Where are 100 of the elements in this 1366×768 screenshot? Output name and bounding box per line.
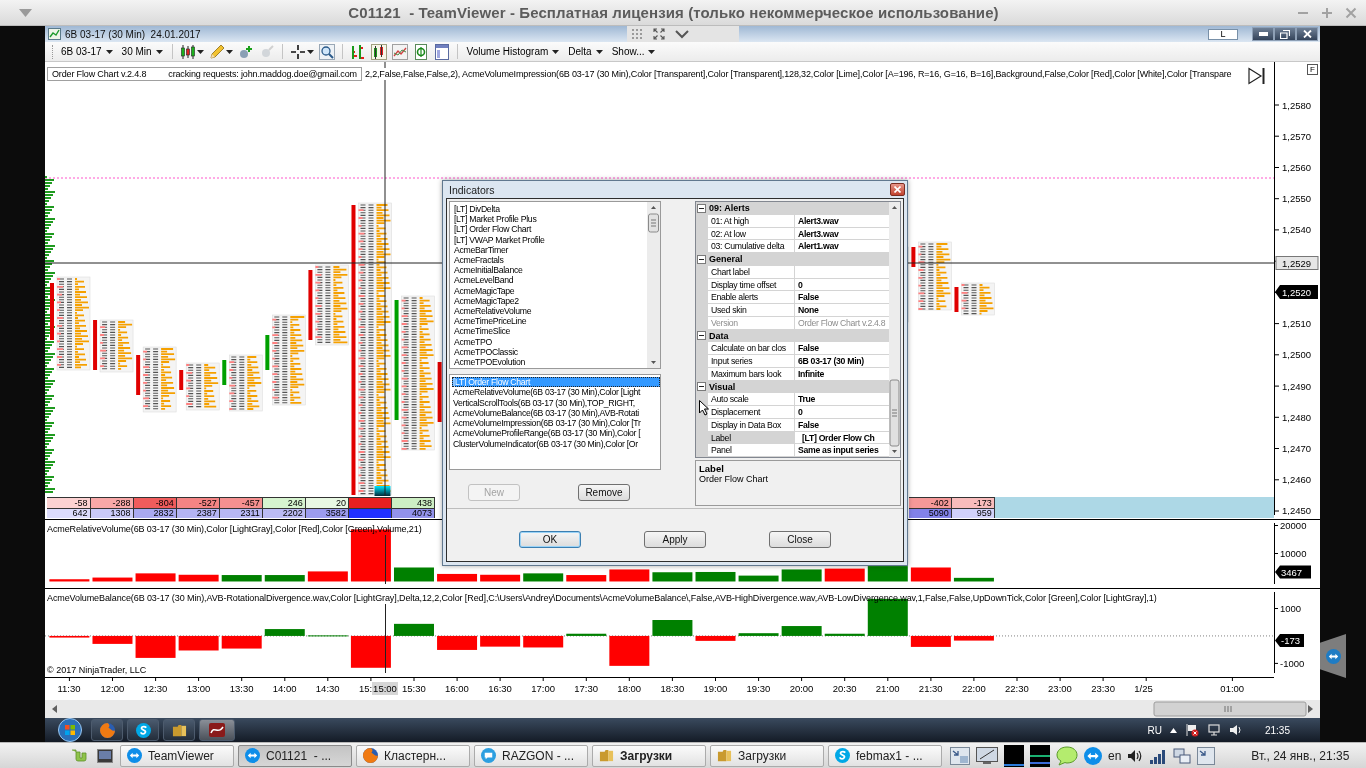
window-list-button[interactable]: febmax1 - ... (828, 744, 942, 767)
price-label: 1,2470 (1282, 443, 1312, 455)
up-arrow-icon[interactable] (1169, 727, 1177, 733)
last-value-marker: -173 (1275, 634, 1304, 647)
axis-label: 20000 (1280, 520, 1307, 531)
keyboard-layout[interactable]: en (1108, 748, 1122, 763)
layout-button[interactable]: L (1208, 28, 1238, 40)
axis-label: 1000 (1280, 602, 1302, 614)
overlapping-windows-icon[interactable] (1173, 746, 1192, 765)
minimize-button[interactable] (1252, 27, 1274, 41)
time-label: 19:00 (703, 683, 728, 694)
chart-menu[interactable]: Delta (566, 43, 605, 60)
time-label: 16:30 (488, 683, 512, 694)
chart-icon (48, 28, 61, 40)
axis-label: -1000 (1280, 657, 1305, 669)
folder-icon (599, 748, 614, 763)
window-switch-icon[interactable] (1197, 746, 1216, 765)
candlestick-icon[interactable] (179, 43, 196, 60)
window-title: C01121 - TeamViewer - Бесплатная лицензия (только некоммерческое использование) (347, 4, 1000, 21)
crosshair-icon[interactable] (289, 43, 306, 60)
time-label: 22:30 (1005, 683, 1029, 694)
time-label: 19:30 (746, 683, 771, 694)
crosshair-line (384, 535, 386, 584)
time-label: 01:00 (1220, 683, 1245, 694)
flag-icon[interactable] (1184, 723, 1199, 737)
dot-plus-icon[interactable] (237, 43, 254, 60)
price-label: 1,2580 (1282, 99, 1312, 111)
candles-icon[interactable] (370, 43, 387, 60)
chart-menu[interactable]: Volume Histogram (464, 43, 562, 60)
window-list-button[interactable]: C01121 - ... (238, 744, 352, 767)
magnifier-icon[interactable] (318, 43, 335, 60)
time-label: 20:30 (832, 683, 857, 694)
window-list-button[interactable]: TeamViewer (120, 744, 234, 767)
dialog-button[interactable]: Close (769, 531, 831, 548)
dialog-button[interactable]: Apply (644, 531, 706, 548)
folder-icon (171, 722, 187, 738)
time-label: 20:00 (789, 683, 814, 694)
restore-button[interactable] (1274, 27, 1296, 41)
time-label: 18:00 (617, 683, 642, 694)
time-label: 17:00 (531, 683, 555, 694)
caret-icon (595, 49, 603, 54)
price-label: 1,2450 (1282, 505, 1312, 515)
last-price-marker: 1,2520 (1275, 285, 1318, 299)
price-label: 1,2570 (1282, 130, 1312, 142)
time-label: 21:30 (918, 683, 943, 694)
window-list-button[interactable]: RAZGON - ... (474, 744, 588, 767)
time-label: 23:30 (1091, 683, 1115, 694)
close-button[interactable] (1296, 27, 1318, 41)
chevron-icon[interactable] (675, 29, 689, 39)
price-label: 1,2550 (1282, 193, 1312, 205)
taskbar-clock[interactable]: 21:35 (1264, 724, 1290, 736)
crosshair-price-label: 1,2529 (1275, 256, 1319, 270)
panel-toggle-button[interactable]: F (1307, 64, 1318, 75)
time-label: 1/25 (1134, 683, 1153, 694)
expand-icon[interactable] (653, 28, 665, 40)
caret-icon (225, 49, 233, 54)
monitor-graph-icon[interactable] (1004, 744, 1024, 767)
caret-icon (155, 49, 163, 54)
time-label: 21:00 (875, 683, 900, 694)
bar-chart-icon[interactable] (349, 43, 366, 60)
time-label: 14:30 (315, 683, 340, 694)
copyright-text: © 2017 NinjaTrader, LLC (46, 665, 147, 677)
speaker-icon[interactable] (1228, 723, 1243, 737)
monitor-graph-icon[interactable] (1030, 744, 1050, 767)
window-list-button[interactable]: Загрузки (592, 744, 706, 767)
last-value-marker: 3467 (1275, 565, 1311, 579)
caret-icon (552, 49, 560, 54)
price-label: 1,2460 (1282, 474, 1312, 486)
signal-bars-icon[interactable] (1149, 747, 1168, 764)
caret-icon (306, 49, 314, 54)
panel-clock[interactable]: Вт., 24 янв., 21:35 (1251, 748, 1350, 763)
close-icon (1302, 30, 1312, 38)
scrollbar[interactable] (45, 700, 1320, 718)
window-icon[interactable] (433, 43, 450, 60)
chart-menu[interactable]: Show... (609, 43, 658, 60)
terminal-icon (97, 748, 113, 763)
chat-bubble-icon (481, 748, 496, 763)
window-list-button[interactable]: Загрузки (710, 744, 824, 767)
interval-dropdown[interactable]: 30 Min (119, 43, 165, 60)
pencil-icon[interactable] (208, 43, 225, 60)
time-label: 16:00 (445, 683, 469, 694)
taskbar-button[interactable] (163, 719, 195, 741)
price-label: 1,2480 (1282, 411, 1312, 423)
dialog-button[interactable]: OK (519, 531, 581, 548)
window-switch-icon[interactable] (950, 746, 970, 765)
window-title: 6B 03-17 (30 Min) 24.01.2017 (64, 28, 202, 40)
taskbar-button[interactable] (127, 719, 159, 741)
instrument-dropdown[interactable]: 6B 03-17 (59, 43, 115, 60)
time-label: 18:30 (660, 683, 685, 694)
speech-bubble-icon[interactable] (1056, 745, 1078, 766)
window-list-button[interactable]: Кластерн... (356, 744, 470, 767)
line-chart-icon[interactable] (391, 43, 408, 60)
monitor-icon[interactable] (976, 746, 998, 765)
language-indicator[interactable]: RU (1147, 724, 1162, 736)
crosshair-line (384, 604, 386, 673)
monitor-icon[interactable] (1206, 723, 1221, 737)
leaf-logo-icon (71, 747, 87, 764)
time-label: 13:00 (186, 683, 211, 694)
restore-icon (1280, 29, 1290, 39)
globe-icon (363, 748, 378, 763)
